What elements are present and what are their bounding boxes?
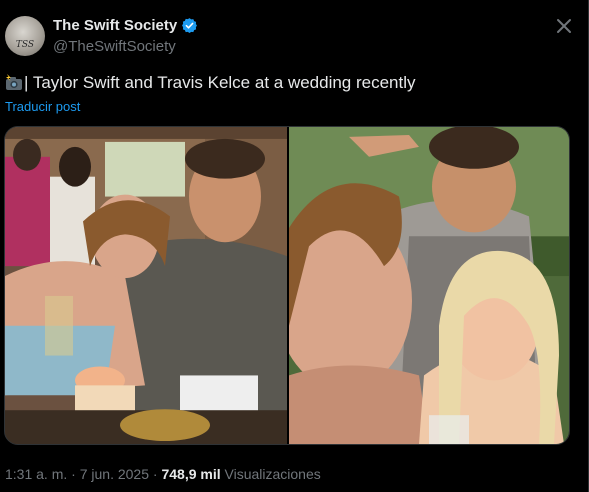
tweet-media[interactable] xyxy=(4,126,570,445)
author-handle[interactable]: @TheSwiftSociety xyxy=(53,38,176,55)
avatar[interactable]: TSS xyxy=(5,16,45,56)
author-name[interactable]: The Swift Society xyxy=(53,17,198,34)
tweet-time[interactable]: 1:31 a. m. xyxy=(5,466,67,482)
author-name-text: The Swift Society xyxy=(53,17,178,34)
tweet-timestamp: 1:31 a. m. · 7 jun. 2025 · 748,9 mil Vis… xyxy=(5,466,321,482)
tweet-text-body: | Taylor Swift and Travis Kelce at a wed… xyxy=(24,73,416,92)
media-photo-left[interactable] xyxy=(5,127,287,444)
verified-badge-icon xyxy=(182,18,198,33)
views-label: Visualizaciones xyxy=(224,466,321,482)
separator: · xyxy=(152,466,158,482)
tweet-date[interactable]: 7 jun. 2025 xyxy=(80,466,149,482)
translate-link[interactable]: Traducir post xyxy=(5,99,80,114)
views-count: 748,9 mil xyxy=(161,466,221,482)
media-photo-right[interactable] xyxy=(289,127,570,444)
tweet-text: | Taylor Swift and Travis Kelce at a wed… xyxy=(5,73,416,93)
avatar-logo-text: TSS xyxy=(15,40,35,50)
separator: · xyxy=(71,466,76,482)
close-icon[interactable] xyxy=(554,16,574,36)
camera-with-flash-icon xyxy=(6,74,22,90)
